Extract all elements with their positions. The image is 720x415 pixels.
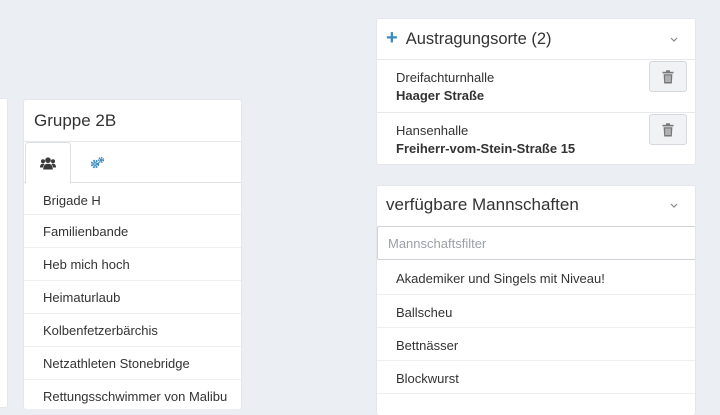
chevron-down-icon[interactable]: [667, 32, 681, 46]
venues-header[interactable]: + Austragungsorte (2): [377, 19, 695, 60]
venue-item: Hansenhalle Freiherr-vom-Stein-Straße 15: [377, 113, 695, 164]
list-item[interactable]: Heimaturlaub: [24, 281, 241, 314]
group-panel: Gruppe 2B Brigade H Familienbande Heb mi…: [23, 99, 242, 409]
group-team-list: Brigade H Familienbande Heb mich hoch He…: [24, 183, 241, 409]
group-title: Gruppe 2B: [24, 100, 241, 142]
tab-settings[interactable]: [74, 142, 120, 183]
group-tabs: [24, 142, 241, 184]
trash-icon: [662, 69, 674, 83]
delete-venue-button[interactable]: [649, 61, 687, 92]
list-item[interactable]: Blockwurst: [377, 361, 695, 394]
list-item[interactable]: Brigade H: [24, 183, 241, 215]
venue-item: Dreifachturnhalle Haager Straße: [377, 60, 695, 113]
venues-title: Austragungsorte (2): [405, 29, 552, 48]
venues-panel: + Austragungsorte (2) Dreifachturnhalle …: [376, 18, 696, 165]
list-item[interactable]: Akademiker und Singels mit Niveau!: [377, 260, 695, 295]
team-filter-input[interactable]: [377, 226, 695, 260]
list-item[interactable]: Bettnässer: [377, 328, 695, 361]
adjacent-group-panel-edge: [0, 98, 8, 408]
available-teams-header[interactable]: verfügbare Mannschaften: [377, 186, 695, 224]
list-item[interactable]: Heb mich hoch: [24, 248, 241, 281]
add-venue-icon[interactable]: +: [386, 28, 398, 48]
list-item[interactable]: Ballscheu: [377, 295, 695, 328]
list-item[interactable]: Rettungsschwimmer von Malibu: [24, 380, 241, 409]
available-team-list: Akademiker und Singels mit Niveau! Balls…: [377, 260, 695, 394]
list-item[interactable]: Kolbenfetzerbärchis: [24, 314, 241, 347]
list-item[interactable]: Netzathleten Stonebridge: [24, 347, 241, 380]
chevron-down-icon[interactable]: [667, 198, 681, 212]
tab-teams[interactable]: [25, 142, 71, 184]
trash-icon: [662, 122, 674, 136]
gears-icon: [90, 156, 105, 168]
list-item[interactable]: Familienbande: [24, 215, 241, 248]
available-teams-panel: verfügbare Mannschaften Akademiker und S…: [376, 185, 696, 415]
users-icon: [40, 156, 56, 169]
delete-venue-button[interactable]: [649, 114, 687, 145]
available-teams-title: verfügbare Mannschaften: [386, 195, 579, 214]
